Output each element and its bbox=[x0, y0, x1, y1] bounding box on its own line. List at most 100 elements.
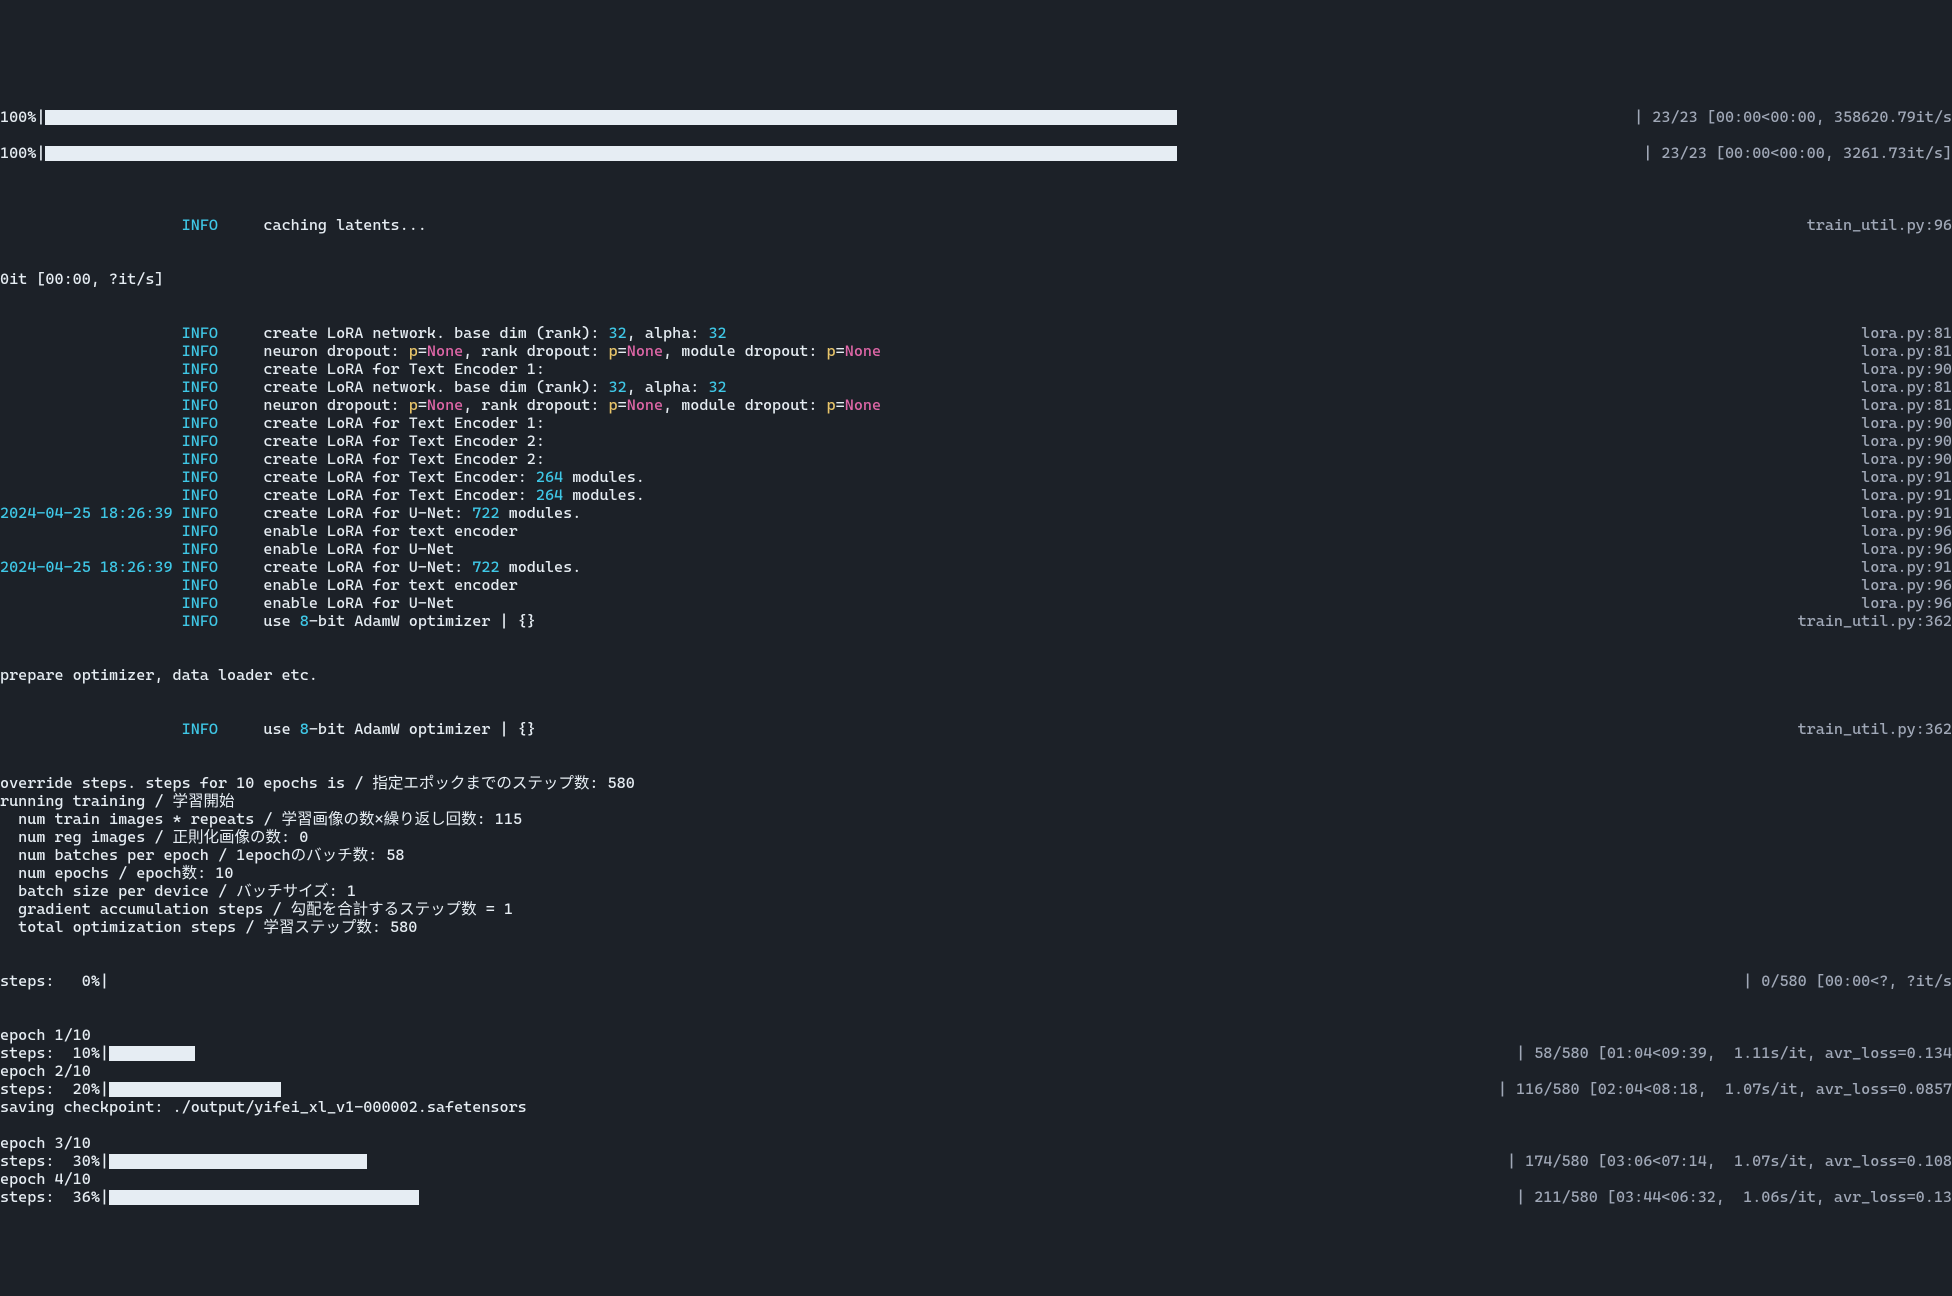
log-line: INFO caching latents... train_util.py:96 bbox=[0, 216, 1952, 234]
source-location: lora.py:81 bbox=[1861, 342, 1952, 360]
source-location: lora.py:96 bbox=[1861, 594, 1952, 612]
source-location: lora.py:96 bbox=[1861, 522, 1952, 540]
log-level: INFO bbox=[182, 432, 218, 450]
log-level: INFO bbox=[182, 576, 218, 594]
log-line: INFO neuron dropout: p=None, rank dropou… bbox=[0, 396, 1952, 414]
timestamp bbox=[0, 594, 173, 612]
timestamp bbox=[0, 360, 173, 378]
log-level: INFO bbox=[182, 540, 218, 558]
timestamp bbox=[0, 396, 173, 414]
log-level: INFO bbox=[182, 342, 218, 360]
progress-bar-100-1: 100%| | 23/23 [00:00<00:00, 358620.79it/… bbox=[0, 108, 1952, 126]
log-level: INFO bbox=[182, 594, 218, 612]
log-line: total optimization steps / 学習ステップ数: 580 bbox=[0, 918, 1952, 936]
steps-bar: steps: 36%|| 211/580 [03:44<06:32, 1.06s… bbox=[0, 1188, 1952, 1206]
source-location: lora.py:91 bbox=[1861, 558, 1952, 576]
timestamp bbox=[0, 432, 173, 450]
progress-fill bbox=[45, 110, 1177, 125]
log-line: INFO create LoRA for Text Encoder: 264 m… bbox=[0, 486, 1952, 504]
source-location: lora.py:81 bbox=[1861, 396, 1952, 414]
checkpoint-line: saving checkpoint: ./output/yifei_xl_v1-… bbox=[0, 1098, 1952, 1116]
log-line: gradient accumulation steps / 勾配を合計するステッ… bbox=[0, 900, 1952, 918]
log-level: INFO bbox=[182, 360, 218, 378]
log-line: num reg images / 正則化画像の数: 0 bbox=[0, 828, 1952, 846]
timestamp bbox=[0, 414, 173, 432]
timestamp bbox=[0, 324, 173, 342]
steps-bar-0: steps: 0%| | 0/580 [00:00<?, ?it/s bbox=[0, 972, 1952, 990]
log-line: INFO create LoRA network. base dim (rank… bbox=[0, 324, 1952, 342]
log-level: INFO bbox=[182, 396, 218, 414]
steps-bar: steps: 20%|| 116/580 [02:04<08:18, 1.07s… bbox=[0, 1080, 1952, 1098]
epoch-line: epoch 4/10 bbox=[0, 1170, 1952, 1188]
timestamp bbox=[0, 540, 173, 558]
log-line: prepare optimizer, data loader etc. bbox=[0, 666, 1952, 684]
source-location: lora.py:91 bbox=[1861, 468, 1952, 486]
log-line: INFO create LoRA for Text Encoder 1:lora… bbox=[0, 414, 1952, 432]
log-line: 2024-04-25 18:26:39 INFO create LoRA for… bbox=[0, 558, 1952, 576]
epoch-line: epoch 2/10 bbox=[0, 1062, 1952, 1080]
source-location: lora.py:96 bbox=[1861, 576, 1952, 594]
timestamp bbox=[0, 486, 173, 504]
log-line: INFO enable LoRA for text encoderlora.py… bbox=[0, 522, 1952, 540]
log-line: INFO create LoRA for Text Encoder 1:lora… bbox=[0, 360, 1952, 378]
log-line: INFO neuron dropout: p=None, rank dropou… bbox=[0, 342, 1952, 360]
progress-stats: | 174/580 [03:06<07:14, 1.07s/it, avr_lo… bbox=[1507, 1152, 1952, 1170]
progress-bar-100-2: 100%| | 23/23 [00:00<00:00, 3261.73it/s] bbox=[0, 144, 1952, 162]
progress-stats: | 211/580 [03:44<06:32, 1.06s/it, avr_lo… bbox=[1516, 1188, 1952, 1206]
log-level: INFO bbox=[182, 378, 218, 396]
blank-line bbox=[0, 1116, 1952, 1134]
log-line: INFO create LoRA for Text Encoder 2:lora… bbox=[0, 432, 1952, 450]
timestamp: 2024-04-25 18:26:39 bbox=[0, 558, 173, 576]
log-level: INFO bbox=[182, 450, 218, 468]
timestamp bbox=[0, 378, 173, 396]
log-level: INFO bbox=[182, 324, 218, 342]
log-line: INFO create LoRA network. base dim (rank… bbox=[0, 378, 1952, 396]
log-line: INFO enable LoRA for U-Netlora.py:96 bbox=[0, 594, 1952, 612]
source-location: train_util.py:362 bbox=[1798, 612, 1952, 630]
timestamp bbox=[0, 468, 173, 486]
progress-stats: | 58/580 [01:04<09:39, 1.11s/it, avr_los… bbox=[1516, 1044, 1952, 1062]
log-line: num train images * repeats / 学習画像の数×繰り返し… bbox=[0, 810, 1952, 828]
log-line: INFO enable LoRA for U-Netlora.py:96 bbox=[0, 540, 1952, 558]
steps-bar: steps: 30%|| 174/580 [03:06<07:14, 1.07s… bbox=[0, 1152, 1952, 1170]
source-location: lora.py:90 bbox=[1861, 360, 1952, 378]
log-line: INFO use 8-bit AdamW optimizer | {} trai… bbox=[0, 720, 1952, 738]
log-line: override steps. steps for 10 epochs is /… bbox=[0, 774, 1952, 792]
progress-fill bbox=[109, 1082, 281, 1097]
steps-bar: steps: 10%|| 58/580 [01:04<09:39, 1.11s/… bbox=[0, 1044, 1952, 1062]
log-line: 0it [00:00, ?it/s] bbox=[0, 270, 1952, 288]
log-level: INFO bbox=[182, 522, 218, 540]
log-line: INFO enable LoRA for text encoderlora.py… bbox=[0, 576, 1952, 594]
timestamp bbox=[0, 522, 173, 540]
log-level: INFO bbox=[182, 468, 218, 486]
source-location: lora.py:90 bbox=[1861, 414, 1952, 432]
timestamp bbox=[0, 342, 173, 360]
source-location: lora.py:90 bbox=[1861, 450, 1952, 468]
source-location: lora.py:91 bbox=[1861, 486, 1952, 504]
log-line: running training / 学習開始 bbox=[0, 792, 1952, 810]
source-location: lora.py:81 bbox=[1861, 378, 1952, 396]
timestamp: 2024-04-25 18:26:39 bbox=[0, 504, 173, 522]
epoch-line: epoch 1/10 bbox=[0, 1026, 1952, 1044]
log-line: batch size per device / バッチサイズ: 1 bbox=[0, 882, 1952, 900]
timestamp bbox=[0, 612, 173, 630]
log-level: INFO bbox=[182, 414, 218, 432]
log-line: INFO create LoRA for Text Encoder 2:lora… bbox=[0, 450, 1952, 468]
log-line: 2024-04-25 18:26:39 INFO create LoRA for… bbox=[0, 504, 1952, 522]
log-line: num batches per epoch / 1epochのバッチ数: 58 bbox=[0, 846, 1952, 864]
timestamp bbox=[0, 450, 173, 468]
log-line: INFO create LoRA for Text Encoder: 264 m… bbox=[0, 468, 1952, 486]
source-location: lora.py:96 bbox=[1861, 540, 1952, 558]
source-location: lora.py:81 bbox=[1861, 324, 1952, 342]
source-location: lora.py:91 bbox=[1861, 504, 1952, 522]
log-level: INFO bbox=[182, 486, 218, 504]
log-line: INFO use 8-bit AdamW optimizer | {}train… bbox=[0, 612, 1952, 630]
progress-fill bbox=[109, 1190, 419, 1205]
log-level: INFO bbox=[182, 558, 218, 576]
timestamp bbox=[0, 576, 173, 594]
log-level: INFO bbox=[182, 504, 218, 522]
epoch-line: epoch 3/10 bbox=[0, 1134, 1952, 1152]
progress-fill bbox=[109, 1154, 367, 1169]
log-line: num epochs / epoch数: 10 bbox=[0, 864, 1952, 882]
log-level: INFO bbox=[182, 612, 218, 630]
